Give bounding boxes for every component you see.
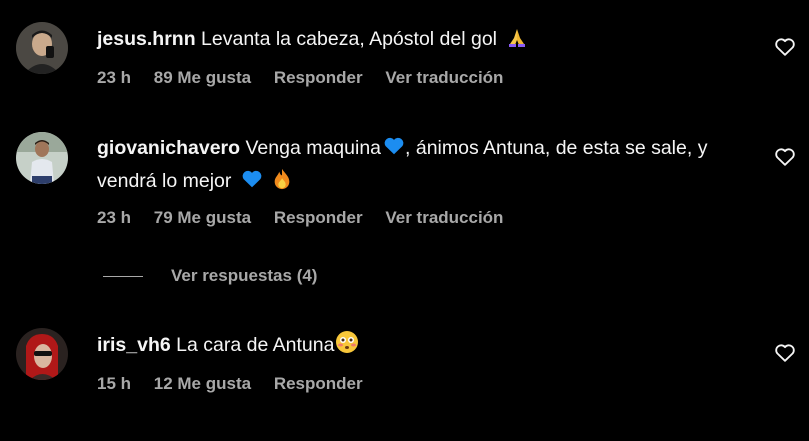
comment-time: 15 h (97, 374, 132, 393)
translate-button[interactable]: Ver traducción (385, 68, 503, 87)
avatar-photo (16, 132, 68, 184)
likes-count-link[interactable]: 79 Me gusta (154, 208, 251, 227)
avatar[interactable] (16, 132, 68, 184)
heart-icon[interactable] (774, 342, 796, 364)
comment-meta: 15 h 12 Me gusta Responder (97, 374, 381, 394)
translate-button[interactable]: Ver traducción (385, 208, 503, 227)
blue-heart-icon (383, 135, 405, 166)
flushed-face-icon (335, 330, 359, 363)
blue-heart-icon (241, 168, 263, 199)
reply-button[interactable]: Responder (274, 374, 363, 393)
comment-time: 23 h (97, 208, 132, 227)
comment-meta: 23 h 79 Me gusta Responder Ver traducció… (97, 208, 521, 228)
praying-hands-icon (506, 26, 528, 57)
comment-text: iris_vh6 La cara de Antuna (97, 330, 747, 363)
fire-icon (272, 168, 292, 199)
comment-meta: 23 h 89 Me gusta Responder Ver traducció… (97, 68, 521, 88)
username-link[interactable]: giovanichavero (97, 137, 240, 159)
reply-button[interactable]: Responder (274, 208, 363, 227)
comment-text: giovanichavero Venga maquina, ánimos Ant… (97, 133, 747, 199)
comment-message-part1: Venga maquina (245, 137, 382, 159)
reply-button[interactable]: Responder (274, 68, 363, 87)
comment-text: jesus.hrnn Levanta la cabeza, Apóstol de… (97, 24, 747, 57)
replies-divider (103, 275, 143, 277)
comment-time: 23 h (97, 68, 132, 87)
view-replies-label: Ver respuestas (4) (171, 266, 318, 285)
heart-icon[interactable] (774, 36, 796, 58)
comment-message: La cara de Antuna (176, 334, 335, 356)
username-link[interactable]: jesus.hrnn (97, 28, 196, 50)
likes-count-link[interactable]: 89 Me gusta (154, 68, 251, 87)
username-link[interactable]: iris_vh6 (97, 334, 171, 356)
comment-message: Levanta la cabeza, Apóstol del gol (201, 28, 497, 50)
likes-count-link[interactable]: 12 Me gusta (154, 374, 251, 393)
view-replies-button[interactable]: Ver respuestas (4) (103, 263, 317, 289)
avatar-photo (16, 328, 68, 380)
avatar[interactable] (16, 22, 68, 74)
heart-icon[interactable] (774, 146, 796, 168)
avatar[interactable] (16, 328, 68, 380)
avatar-photo (16, 22, 68, 74)
